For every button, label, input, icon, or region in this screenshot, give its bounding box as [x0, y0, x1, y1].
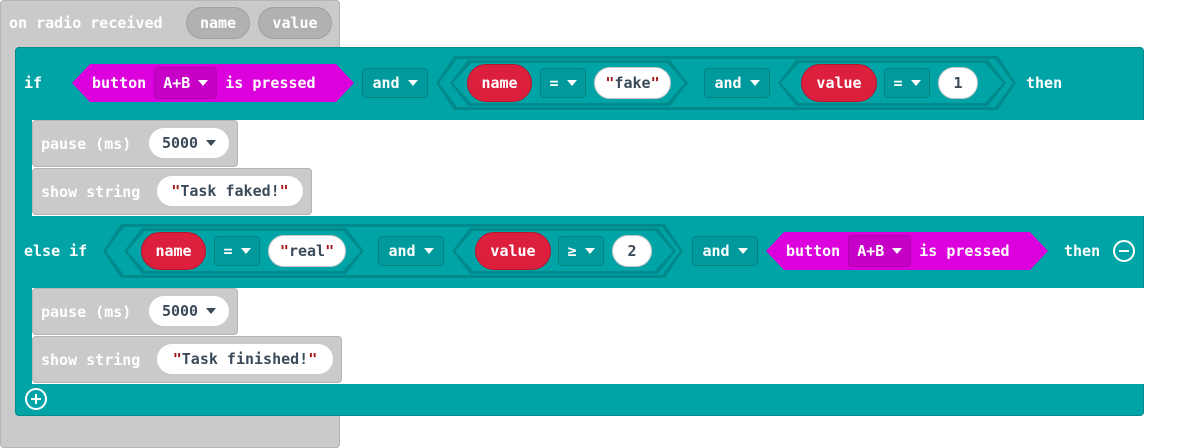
then-label-2: then [1064, 242, 1101, 260]
string-value: Task finished! [181, 350, 309, 368]
show-string-label: show string [41, 182, 141, 201]
if-label: if [24, 74, 43, 92]
var-name-label: name [155, 242, 192, 260]
pause-label: pause (ms) [41, 134, 132, 153]
op-dropdown-2[interactable]: = [884, 68, 930, 98]
caret-down-icon [892, 248, 902, 254]
number-value: 2 [627, 242, 637, 260]
quote-open: " [171, 182, 181, 200]
quote-close: " [325, 242, 335, 260]
caret-down-icon [198, 80, 208, 86]
var-value-2[interactable]: value [475, 232, 551, 270]
caret-down-icon [910, 80, 921, 86]
else-if-label: else if [24, 242, 88, 260]
number-input-1[interactable]: 1 [938, 67, 978, 99]
quote-open: " [172, 350, 182, 368]
string-input-task-faked[interactable]: " Task faked! " [156, 175, 304, 207]
button-prefix: button [92, 74, 147, 92]
param-value-label: value [272, 14, 318, 32]
minus-circle-icon[interactable] [1113, 240, 1135, 262]
caret-down-icon [566, 80, 577, 86]
pause-dropdown-2[interactable]: 5000 [148, 295, 230, 327]
caret-down-icon [206, 308, 217, 314]
plus-circle-icon[interactable] [25, 388, 47, 410]
string-input-task-finished[interactable]: " Task finished! " [156, 343, 334, 375]
number-value: 1 [953, 74, 963, 92]
pause-dropdown-1[interactable]: 5000 [148, 127, 230, 159]
op-dropdown-1[interactable]: = [540, 68, 586, 98]
op-dropdown-4[interactable]: ≥ [558, 236, 604, 266]
button-value: A+B [163, 74, 191, 92]
button-dropdown[interactable]: A+B [154, 67, 217, 99]
op-label: = [893, 74, 903, 92]
op-label: = [549, 74, 559, 92]
var-value-label: value [816, 74, 862, 92]
caret-down-icon [407, 80, 418, 86]
button-suffix: is pressed [225, 74, 316, 92]
param-name-label: name [199, 14, 237, 32]
var-value-label: value [490, 242, 536, 260]
caret-down-icon [206, 140, 217, 146]
quote-close: " [308, 350, 318, 368]
and-dropdown-4[interactable]: and [692, 236, 758, 266]
button-pressed-condition-2[interactable]: button A+B is pressed [766, 232, 1048, 270]
then-label: then [1026, 74, 1063, 92]
var-name-label: name [481, 74, 518, 92]
caret-down-icon [423, 248, 434, 254]
number-input-2[interactable]: 2 [612, 235, 652, 267]
pause-label: pause (ms) [41, 302, 132, 321]
quote-open: " [605, 74, 615, 92]
button-value: A+B [857, 242, 885, 260]
button-prefix: button [786, 242, 841, 260]
var-value-1[interactable]: value [801, 64, 877, 102]
pause-value: 5000 [161, 134, 199, 152]
param-name[interactable]: name [186, 7, 250, 39]
button-suffix: is pressed [919, 242, 1010, 260]
and-label: and [702, 242, 730, 260]
pause-value: 5000 [161, 302, 199, 320]
var-name-1[interactable]: name [467, 64, 532, 102]
param-value[interactable]: value [258, 7, 332, 39]
show-string-label: show string [41, 350, 141, 369]
string-value: fake [614, 74, 651, 92]
string-input-fake[interactable]: " fake " [594, 67, 671, 99]
quote-close: " [650, 74, 660, 92]
quote-open: " [279, 242, 289, 260]
caret-down-icon [749, 80, 760, 86]
string-value: Task faked! [180, 182, 280, 200]
event-label: on radio received [9, 14, 163, 32]
string-input-real[interactable]: " real " [268, 235, 346, 267]
caret-down-icon [584, 248, 595, 254]
and-label: and [388, 242, 416, 260]
and-dropdown-3[interactable]: and [378, 236, 444, 266]
and-label: and [714, 74, 742, 92]
op-dropdown-3[interactable]: = [214, 236, 260, 266]
caret-down-icon [240, 248, 251, 254]
op-label: = [223, 242, 233, 260]
quote-close: " [279, 182, 289, 200]
and-dropdown-1[interactable]: and [362, 68, 428, 98]
button-dropdown-2[interactable]: A+B [848, 235, 911, 267]
and-label: and [372, 74, 400, 92]
op-label: ≥ [567, 242, 577, 260]
var-name-2[interactable]: name [141, 232, 206, 270]
caret-down-icon [737, 248, 748, 254]
string-value: real [288, 242, 326, 260]
button-pressed-condition[interactable]: button A+B is pressed [72, 64, 354, 102]
and-dropdown-2[interactable]: and [704, 68, 770, 98]
